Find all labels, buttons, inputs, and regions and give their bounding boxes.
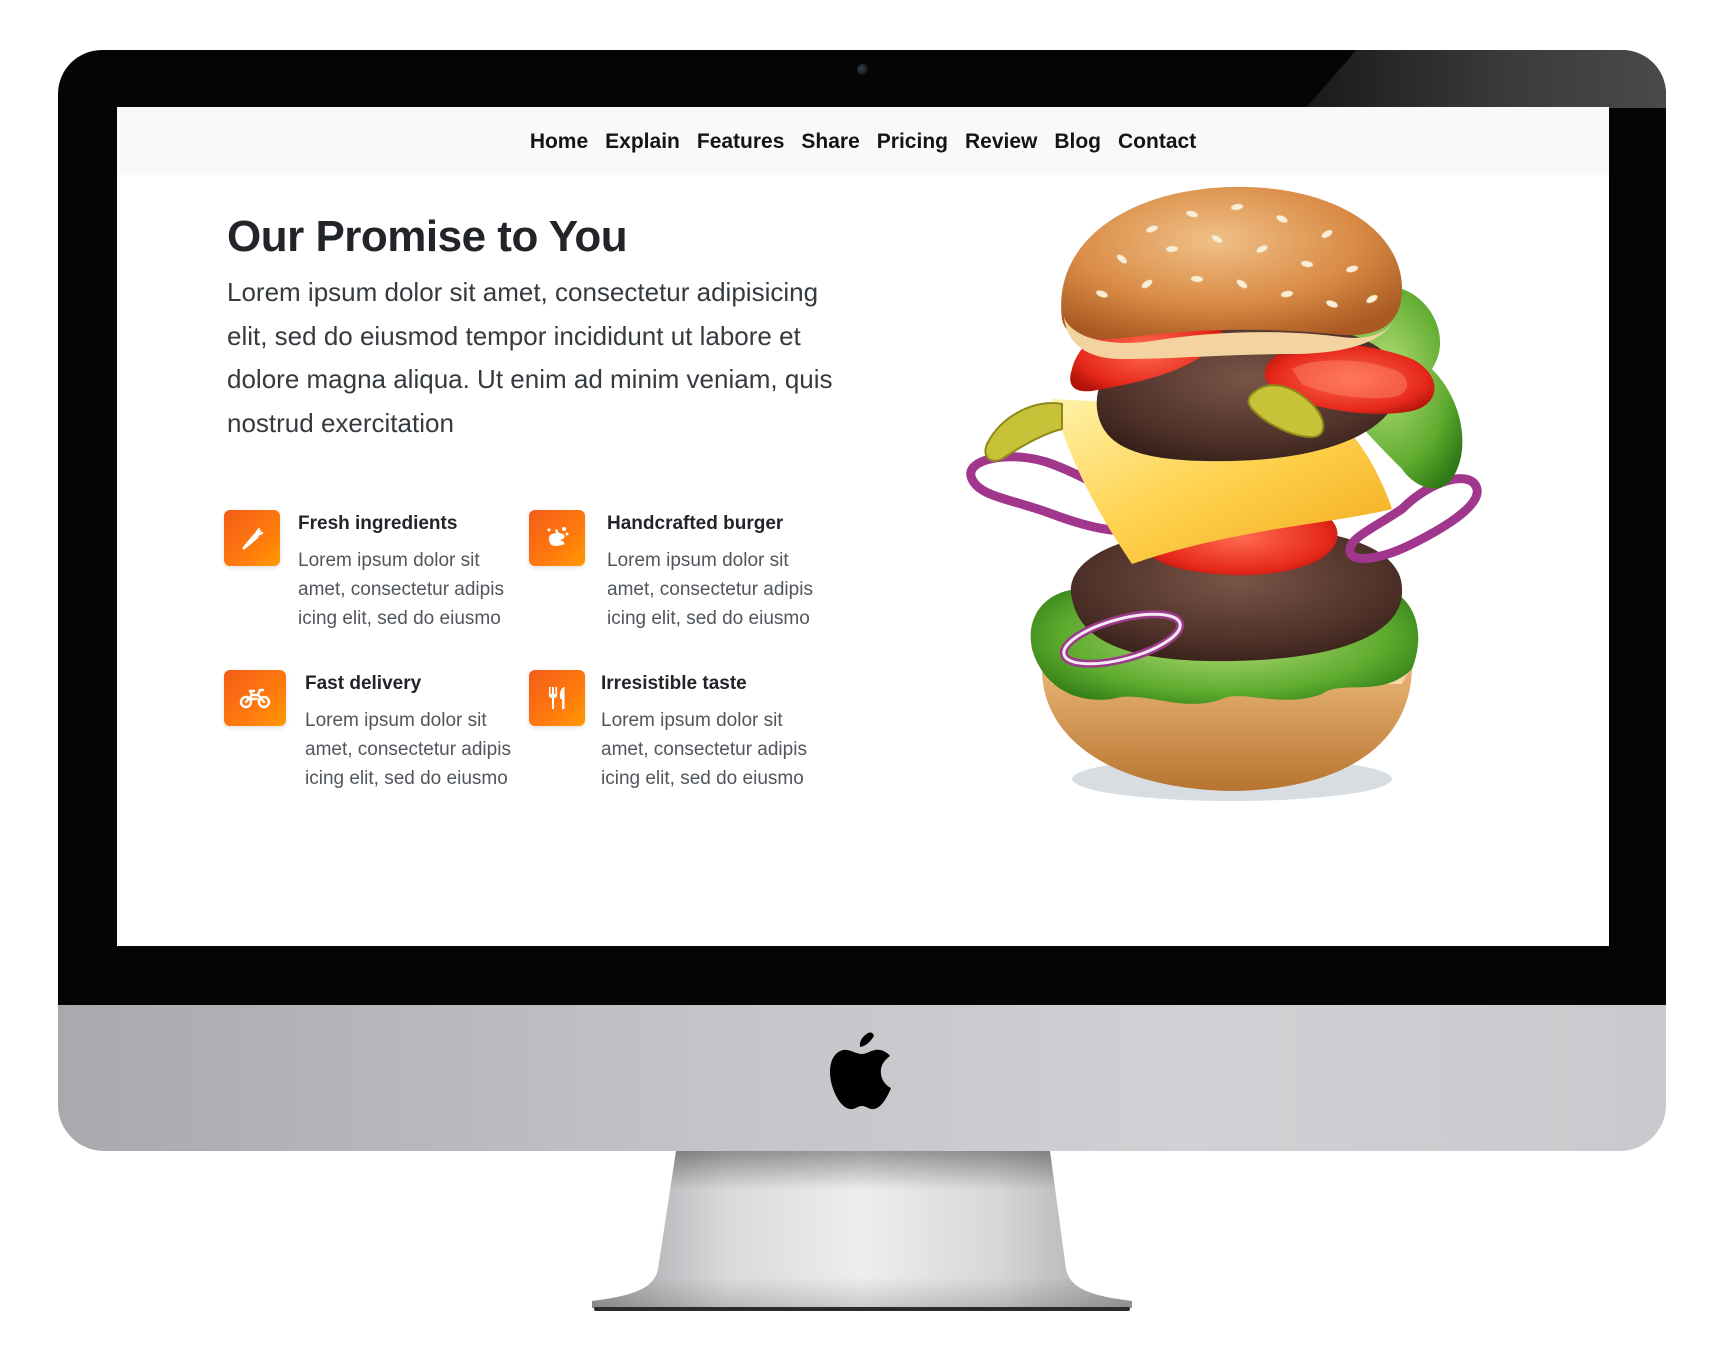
nav-blog[interactable]: Blog: [1054, 130, 1101, 154]
nav-home[interactable]: Home: [530, 130, 588, 154]
bezel-glare: [1306, 50, 1666, 108]
feature-title: Irresistible taste: [601, 673, 747, 694]
burger-image: [966, 186, 1482, 801]
utensils-icon: [529, 670, 585, 726]
nav-share[interactable]: Share: [801, 130, 859, 154]
feature-text: Lorem ipsum dolor sit amet, consectetur …: [298, 550, 504, 629]
apple-logo-icon: [830, 1032, 891, 1110]
feature-fresh-ingredients: Fresh ingredients Lorem ipsum dolor sit …: [224, 510, 513, 633]
imac-stand: [592, 1151, 1132, 1311]
carrot-icon: [224, 510, 280, 566]
nav-features[interactable]: Features: [697, 130, 785, 154]
feature-text: Lorem ipsum dolor sit amet, consectetur …: [601, 710, 807, 789]
nav-explain[interactable]: Explain: [605, 130, 680, 154]
feature-fast-delivery: Fast delivery Lorem ipsum dolor sit amet…: [224, 670, 520, 793]
feature-handcrafted-burger: Handcrafted burger Lorem ipsum dolor sit…: [529, 510, 822, 633]
feature-title: Fresh ingredients: [298, 513, 458, 534]
promise-section: Our Promise to You Lorem ipsum dolor sit…: [227, 211, 837, 445]
feature-title: Fast delivery: [305, 673, 422, 694]
screen: Home Explain Features Share Pricing Revi…: [117, 107, 1609, 946]
feature-text: Lorem ipsum dolor sit amet, consectetur …: [607, 550, 813, 629]
hand-wash-icon: [529, 510, 585, 566]
camera-icon: [857, 64, 868, 75]
feature-irresistible-taste: Irresistible taste Lorem ipsum dolor sit…: [529, 670, 816, 793]
navbar: Home Explain Features Share Pricing Revi…: [117, 107, 1609, 175]
nav-contact[interactable]: Contact: [1118, 130, 1196, 154]
feature-title: Handcrafted burger: [607, 513, 784, 534]
nav-pricing[interactable]: Pricing: [877, 130, 948, 154]
feature-text: Lorem ipsum dolor sit amet, consectetur …: [305, 710, 511, 789]
nav-review[interactable]: Review: [965, 130, 1037, 154]
page-title: Our Promise to You: [227, 212, 628, 261]
imac-mockup: Home Explain Features Share Pricing Revi…: [0, 0, 1713, 1366]
intro-text: Lorem ipsum dolor sit amet, consectetur …: [227, 277, 833, 438]
motorcycle-icon: [224, 670, 286, 726]
